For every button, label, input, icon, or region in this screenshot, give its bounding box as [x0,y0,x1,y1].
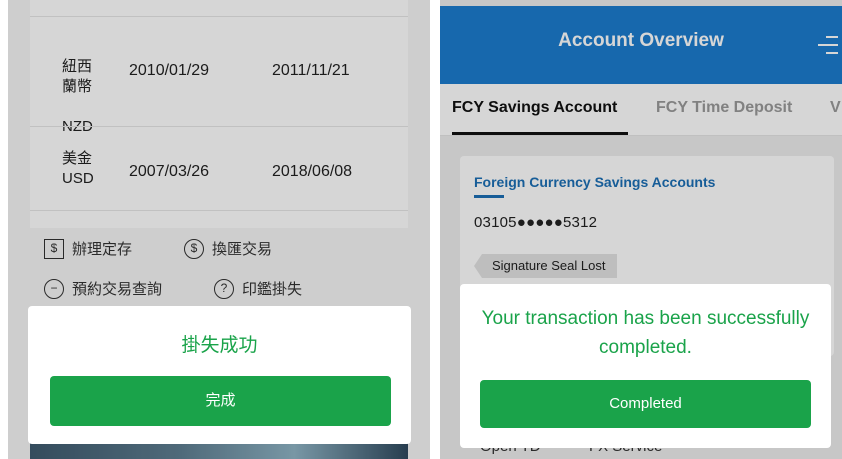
left-screen: 紐西 蘭幣 NZD 2010/01/29 2011/11/21 美金 USD 2… [8,0,430,459]
completed-button[interactable]: Completed [480,380,811,428]
success-message: Your transaction has been successfully c… [481,308,810,358]
success-message: 掛失成功 [181,335,258,356]
right-screen: Account Overview FCY Savings Account FCY… [440,0,842,459]
success-dialog: 掛失成功 完成 [28,306,411,444]
success-dialog: Your transaction has been successfully c… [460,284,831,448]
done-button[interactable]: 完成 [50,376,391,426]
gutter [430,0,440,459]
